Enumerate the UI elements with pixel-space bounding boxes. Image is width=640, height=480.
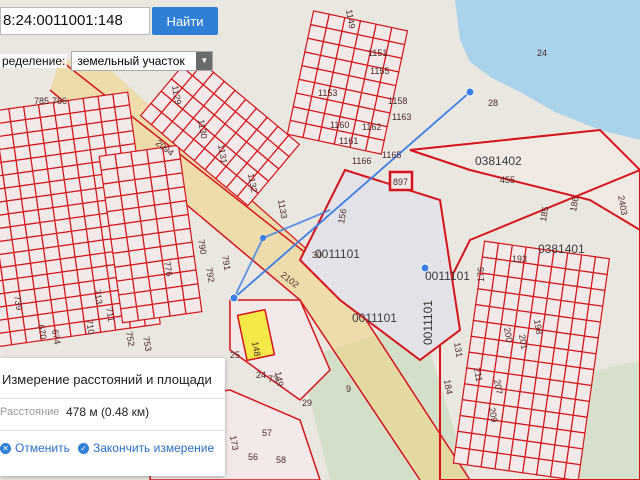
parcel[interactable] (574, 382, 593, 403)
panel-title: Измерение расстояний и площади (2, 372, 212, 387)
parcel[interactable] (568, 430, 586, 450)
parcel-label: 1160 (330, 120, 349, 130)
parcel-label: 24 (537, 48, 547, 58)
parcel[interactable] (583, 319, 602, 339)
parcel-label: 1166 (352, 156, 371, 166)
parcel[interactable] (579, 351, 597, 371)
parcel-label: 24 (256, 370, 266, 380)
divider (0, 398, 225, 399)
parcel[interactable] (570, 414, 588, 434)
measure-end-point (465, 87, 475, 97)
measure-mid-point (260, 235, 266, 241)
close-icon: ✕ (0, 442, 11, 454)
parcel[interactable] (120, 305, 140, 324)
search-input[interactable]: 8:24:0011001:148 (0, 7, 150, 35)
parcel[interactable] (563, 462, 582, 480)
quarter-label: 455 (500, 175, 515, 185)
quarter-label: 0011101 (352, 311, 397, 325)
finish-label: Закончить измерение (93, 441, 215, 455)
check-icon: ✓ (78, 442, 89, 454)
parcel-label: 176 (476, 267, 486, 282)
parcel[interactable] (565, 446, 584, 466)
quarter-label: 0011101 (421, 300, 435, 345)
parcel-label: 1153 (318, 88, 337, 98)
definition-label: ределение: (0, 54, 68, 68)
parcel[interactable] (135, 303, 156, 322)
parcel[interactable] (577, 367, 595, 387)
definition-select[interactable]: земельный участок ▼ (71, 51, 214, 71)
parcel[interactable] (581, 335, 599, 355)
measure-panel: Измерение расстояний и площади Расстояни… (0, 358, 225, 476)
parcel-label: 25 (230, 350, 240, 360)
parcel-label: 1155 (370, 66, 389, 76)
parcel-label: 29 (302, 398, 312, 408)
parcel[interactable] (167, 299, 187, 317)
parcel-label: 28 (488, 98, 498, 108)
parcel-label: 897 (393, 177, 408, 187)
parcel-label: 1162 (362, 122, 381, 132)
quarter-label: 0011101 (425, 269, 470, 283)
parcel[interactable] (9, 329, 28, 346)
measure-start-point (229, 293, 239, 303)
parcel[interactable] (588, 287, 606, 307)
parcel-label: 1151 (368, 48, 387, 58)
cancel-label: Отменить (15, 441, 70, 455)
parcel[interactable] (572, 398, 591, 418)
parcel-label: 58 (276, 455, 286, 465)
parcel[interactable] (590, 271, 608, 292)
distance-value: 478 м (0.48 км) (66, 405, 150, 419)
parcel[interactable] (585, 303, 604, 323)
parcel-label: 1165 (382, 150, 401, 160)
parcel-label: 785 (34, 96, 49, 106)
distance-label: Расстояние (0, 406, 60, 418)
chevron-down-icon[interactable]: ▼ (196, 52, 213, 70)
cancel-button[interactable]: ✕ Отменить (0, 441, 70, 455)
definition-selected-value: земельный участок (77, 54, 185, 68)
parcel[interactable] (151, 301, 171, 319)
finish-measure-button[interactable]: ✓ Закончить измерение (78, 441, 214, 455)
parcel-label: 1161 (339, 136, 358, 146)
parcel-label: 193 (512, 254, 527, 264)
divider (0, 430, 225, 431)
parcel-label: 1158 (388, 96, 407, 106)
parcel-label: 30 (312, 250, 322, 260)
parcel-label: 57 (262, 428, 272, 438)
parcel[interactable] (68, 320, 87, 338)
parcel-label: 1163 (392, 112, 411, 122)
definition-row: ределение: земельный участок ▼ (0, 50, 214, 72)
parcel-label: 766 (52, 96, 67, 106)
parcel-label: 9 (346, 384, 351, 394)
quarter-label: 0381402 (475, 154, 522, 168)
quarter-label: 0381401 (538, 242, 585, 256)
search-button[interactable]: Найти (152, 7, 218, 35)
parcel[interactable] (183, 297, 203, 315)
parcel-label: 56 (248, 452, 258, 462)
parcel[interactable] (592, 256, 611, 276)
